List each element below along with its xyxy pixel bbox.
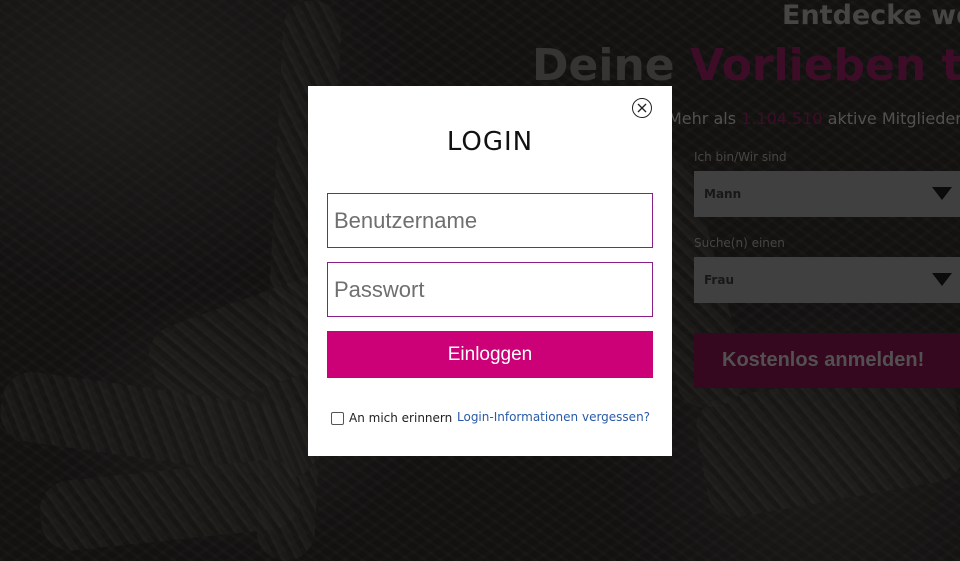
remember-me: An mich erinnern (331, 411, 452, 425)
password-field-wrapper (327, 262, 653, 317)
username-input[interactable] (328, 194, 652, 247)
close-icon (637, 103, 647, 113)
page: Entdecke wer Deine Vorlieben teilt Mehr … (0, 0, 960, 561)
remember-checkbox[interactable] (331, 411, 344, 425)
login-title: LOGIN (446, 127, 534, 157)
forgot-login-link[interactable]: Login-Informationen vergessen? (457, 410, 650, 424)
login-button[interactable]: Einloggen (327, 331, 653, 378)
close-button[interactable] (632, 98, 652, 118)
login-modal: LOGIN Einloggen An mich erinnern Login-I… (308, 86, 672, 456)
password-input[interactable] (328, 263, 652, 316)
username-field-wrapper (327, 193, 653, 248)
remember-label: An mich erinnern (349, 411, 453, 425)
